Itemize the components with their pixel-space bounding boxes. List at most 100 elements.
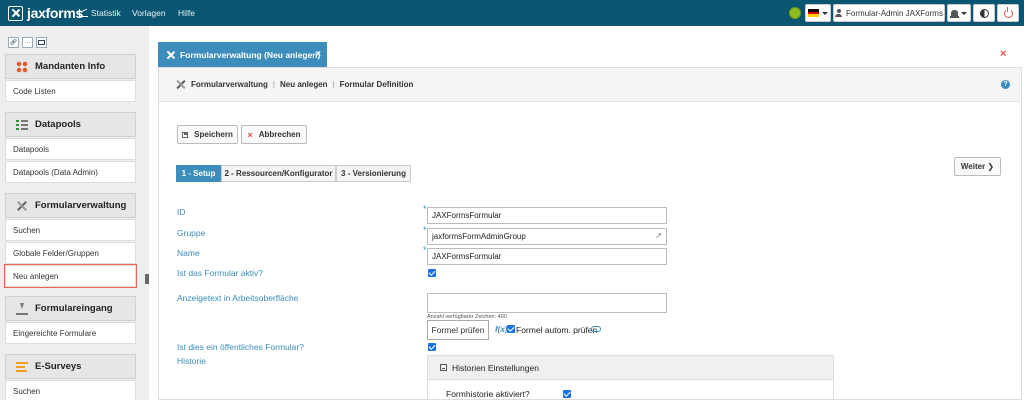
required-marker: *: [423, 204, 427, 214]
folder-icon: [38, 40, 45, 45]
tab-label: 2 - Ressourcen/Konfigurator: [224, 169, 333, 178]
sidebar-item-label: Globale Felder/Gruppen: [13, 248, 99, 258]
close-tab-icon[interactable]: ×: [315, 49, 321, 60]
id-value: JAXFormsFormular: [432, 211, 502, 220]
breadcrumb: Formularverwaltung | Neu anlegen | Formu…: [159, 68, 1021, 102]
german-flag-icon: [808, 9, 819, 18]
logo-text: jaxforms: [27, 5, 83, 21]
sidebar-item-suchen[interactable]: Suchen: [5, 219, 136, 241]
breadcrumb-separator: |: [272, 80, 275, 89]
sidebar-section-title: Mandanten Info: [35, 61, 106, 72]
check-formula-label: Formel prüfen: [431, 325, 485, 335]
sidebar-section-title: Formulareingang: [35, 303, 113, 314]
next-button[interactable]: Weiter ❯: [954, 157, 1001, 176]
sidebar-section-formulareingang[interactable]: Formulareingang: [5, 296, 136, 321]
anzeigetext-textarea[interactable]: [427, 293, 667, 313]
formhistorie-label: Formhistorie aktiviert?: [446, 389, 530, 399]
download-icon: [16, 302, 28, 315]
status-indicator: [789, 7, 801, 19]
historie-label: Historie: [177, 356, 206, 366]
sidebar-item-datapools[interactable]: Datapools: [5, 138, 136, 160]
sidebar-item-survey-suchen[interactable]: Suchen: [5, 380, 136, 400]
help-icon[interactable]: ?: [1001, 80, 1010, 89]
historie-panel-header[interactable]: Historien Einstellungen: [428, 356, 833, 380]
sidebar-section-datapools[interactable]: Datapools: [5, 112, 136, 137]
sidebar-item-datapools-admin[interactable]: Datapools (Data Admin): [5, 161, 136, 183]
tools-icon: [175, 79, 186, 90]
sidebar-item-eingereichte[interactable]: Eingereichte Formulare: [5, 322, 136, 344]
sidebar-item-label: Suchen: [13, 386, 41, 396]
name-input[interactable]: JAXFormsFormular: [427, 248, 667, 265]
tools-icon: [166, 50, 176, 60]
sidebar-section-esurveys[interactable]: E-Surveys: [5, 354, 136, 379]
tab-setup[interactable]: 1 - Setup: [176, 165, 221, 182]
folder-tool-button[interactable]: [36, 37, 47, 48]
cancel-button[interactable]: × Abbrechen: [241, 125, 307, 144]
tab-formularverwaltung[interactable]: Formularverwaltung (Neu anlegen) ×: [158, 42, 327, 67]
bell-icon: [950, 9, 959, 18]
sidebar-item-globale-felder[interactable]: Globale Felder/Gruppen: [5, 242, 136, 264]
chevron-down-icon: [961, 11, 967, 15]
nav-vorlagen-label: Vorlagen: [132, 8, 166, 18]
id-input[interactable]: JAXFormsFormular: [427, 207, 667, 224]
nav-statistik[interactable]: Statistik: [79, 0, 121, 26]
function-icon[interactable]: f(x): [495, 325, 507, 334]
sidebar-item-code-listen[interactable]: Code Listen: [5, 80, 136, 102]
required-marker: *: [423, 225, 427, 235]
language-dropdown[interactable]: [805, 4, 831, 22]
top-bar: jaxforms Statistik Vorlagen Hilfe Formul…: [0, 0, 1024, 26]
sidebar-resize-handle[interactable]: [145, 274, 149, 284]
required-marker: *: [423, 245, 427, 255]
save-label: Speichern: [194, 130, 233, 139]
sidebar-item-label: Neu anlegen: [13, 271, 59, 281]
gruppe-input[interactable]: jaxformsFormAdminGroup ↗: [427, 228, 667, 245]
sidebar-item-label: Suchen: [13, 225, 41, 235]
tab-ressourcen[interactable]: 2 - Ressourcen/Konfigurator: [221, 165, 336, 182]
historie-panel-title: Historien Einstellungen: [452, 362, 539, 373]
tab-label: Formularverwaltung (Neu anlegen): [180, 49, 321, 60]
contrast-toggle-button[interactable]: [973, 4, 995, 22]
breadcrumb-item[interactable]: Formularverwaltung: [191, 80, 268, 89]
aktiv-label: Ist das Formular aktiv?: [177, 268, 263, 278]
power-icon: [1003, 6, 1013, 18]
more-tool-button[interactable]: ···: [22, 37, 33, 48]
close-icon: ×: [247, 129, 253, 140]
formhistorie-checkbox[interactable]: [563, 390, 571, 398]
logo[interactable]: jaxforms: [8, 4, 83, 22]
jaxforms-logo-icon: [8, 5, 23, 21]
sidebar-section-title: Formularverwaltung: [35, 200, 127, 211]
save-icon: [182, 131, 189, 138]
aktiv-checkbox[interactable]: [428, 269, 436, 277]
gruppe-value: jaxformsFormAdminGroup: [432, 232, 526, 241]
breadcrumb-item[interactable]: Neu anlegen: [280, 80, 328, 89]
logout-button[interactable]: [997, 4, 1019, 22]
nav-vorlagen[interactable]: Vorlagen: [132, 0, 166, 26]
close-all-icon[interactable]: ×: [1000, 48, 1006, 60]
sidebar-item-label: Code Listen: [13, 86, 56, 96]
name-value: JAXFormsFormular: [432, 252, 502, 261]
breadcrumb-separator: |: [332, 80, 335, 89]
list-icon: [16, 118, 28, 131]
gruppe-label: Gruppe: [177, 228, 206, 238]
user-menu-button[interactable]: Formular-Admin JAXForms: [833, 4, 945, 22]
survey-icon: [16, 360, 28, 373]
oeffentlich-checkbox[interactable]: [428, 343, 436, 351]
cancel-label: Abbrechen: [258, 130, 301, 139]
link-icon[interactable]: [591, 326, 601, 332]
sidebar-section-formularverwaltung[interactable]: Formularverwaltung: [5, 193, 136, 218]
nav-hilfe[interactable]: Hilfe: [178, 0, 195, 26]
link-tool-button[interactable]: 🔗︎: [8, 37, 19, 48]
breadcrumb-item: Formular Definition: [339, 80, 414, 89]
tab-label: 3 - Versionierung: [341, 169, 406, 178]
expand-icon[interactable]: ↗: [655, 231, 662, 240]
sidebar-item-neu-anlegen[interactable]: Neu anlegen: [4, 264, 137, 288]
tab-label: 1 - Setup: [181, 169, 216, 178]
sidebar-section-mandanten[interactable]: Mandanten Info: [5, 54, 136, 79]
oeffentlich-label: Ist dies ein öffentliches Formular?: [177, 342, 304, 352]
ellipsis-icon: ···: [24, 39, 31, 46]
check-formula-button[interactable]: Formel prüfen: [427, 320, 489, 340]
save-button[interactable]: Speichern: [177, 125, 238, 144]
auto-check-checkbox[interactable]: [507, 325, 515, 333]
notifications-dropdown[interactable]: [947, 4, 971, 22]
tab-versionierung[interactable]: 3 - Versionierung: [336, 165, 411, 182]
